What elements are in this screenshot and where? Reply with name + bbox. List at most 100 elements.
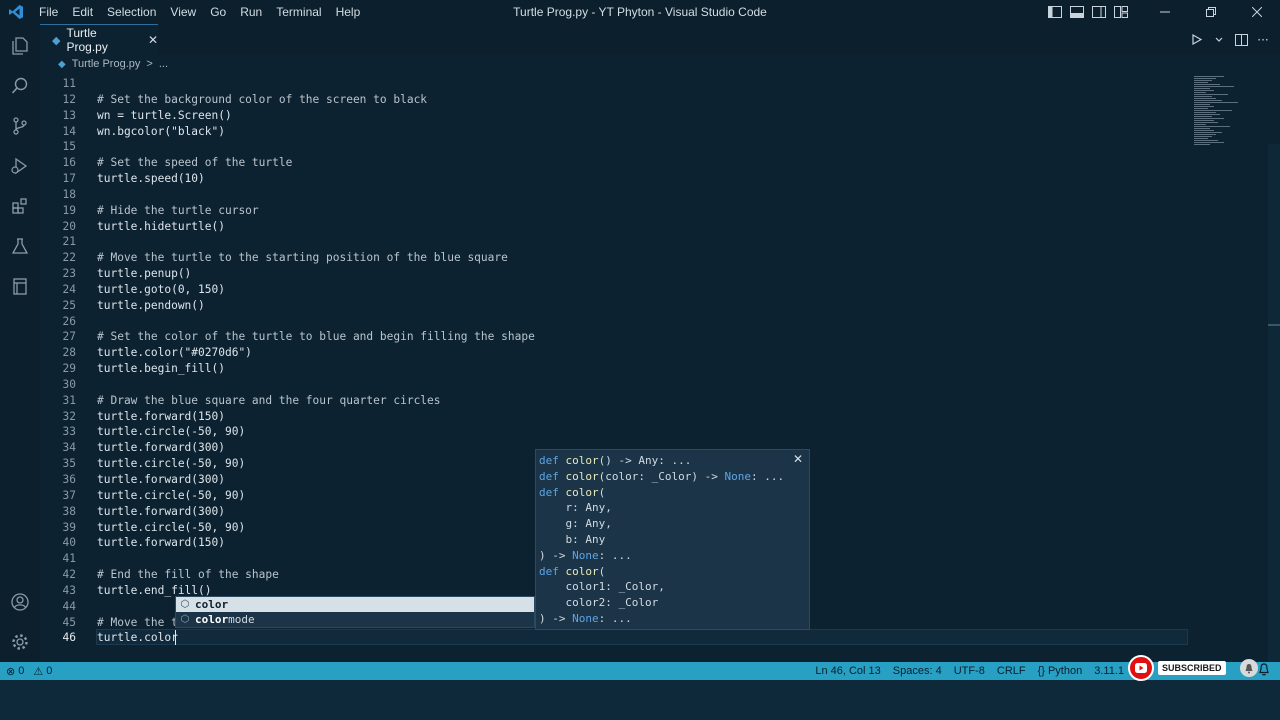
problems-indicator[interactable]: ⊗ 0 ⚠ 0 — [0, 665, 58, 678]
split-editor-icon[interactable] — [1232, 29, 1250, 51]
minimap-line — [1194, 84, 1220, 85]
notifications-icon[interactable] — [1258, 663, 1270, 679]
minimap-line — [1194, 82, 1208, 83]
menu-bar: File Edit Selection View Go Run Terminal… — [32, 0, 367, 24]
customize-layout-icon[interactable] — [1110, 0, 1132, 24]
code-text: # End the fill of the shape — [97, 568, 279, 582]
code-line[interactable]: 30 — [40, 377, 1190, 393]
code-line[interactable]: 28 turtle.color("#0270d6") — [40, 345, 1190, 361]
toggle-primary-sidebar-icon[interactable] — [1044, 0, 1066, 24]
menu-terminal[interactable]: Terminal — [269, 0, 328, 24]
notebook-icon[interactable] — [0, 266, 40, 306]
manage-gear-icon[interactable] — [0, 622, 40, 662]
signature-token: color — [565, 485, 599, 499]
close-window-button[interactable] — [1234, 0, 1280, 24]
end-of-line[interactable]: CRLF — [991, 665, 1032, 677]
line-number: 32 — [62, 409, 76, 423]
line-number: 27 — [62, 330, 76, 344]
line-number: 14 — [62, 124, 76, 138]
signature-line: ) -> None: ... — [539, 548, 809, 564]
extensions-icon[interactable] — [0, 186, 40, 226]
minimize-button[interactable] — [1142, 0, 1188, 24]
close-icon[interactable]: ✕ — [793, 452, 803, 468]
run-python-file-icon[interactable] — [1188, 29, 1206, 51]
line-number: 11 — [62, 77, 76, 90]
cursor-position[interactable]: Ln 46, Col 13 — [809, 665, 886, 677]
suggestion-item[interactable]: ⬡ color — [176, 597, 534, 612]
accounts-icon[interactable] — [0, 582, 40, 622]
code-line[interactable]: 13 wn = turtle.Screen() — [40, 108, 1190, 124]
signature-token: None — [724, 469, 751, 483]
code-line[interactable]: 12 # Set the background color of the scre… — [40, 92, 1190, 108]
code-line[interactable]: 11 — [40, 76, 1190, 92]
suggestion-item[interactable]: ⬡ color mode — [176, 612, 534, 627]
file-encoding[interactable]: UTF-8 — [948, 665, 991, 677]
code-line[interactable]: 23 turtle.penup() — [40, 266, 1190, 282]
signature-token: None — [572, 611, 599, 625]
breadcrumb-more[interactable]: ... — [159, 58, 168, 70]
code-line[interactable]: 15 — [40, 139, 1190, 155]
code-line[interactable]: 19 # Hide the turtle cursor — [40, 203, 1190, 219]
code-line[interactable]: 24 turtle.goto(0, 150) — [40, 282, 1190, 298]
indentation[interactable]: Spaces: 4 — [887, 665, 948, 677]
code-line[interactable]: 17 turtle.speed(10) — [40, 171, 1190, 187]
tab-turtle-prog[interactable]: ◆ Turtle Prog.py ✕ — [40, 24, 158, 55]
code-line[interactable]: 26 — [40, 314, 1190, 330]
bell-icon — [1239, 659, 1258, 677]
signature-token: color — [565, 564, 599, 578]
signature-token: ( — [598, 564, 606, 578]
minimap-line — [1194, 78, 1216, 79]
scroll-thumb[interactable] — [1268, 324, 1280, 326]
signature-lines: def color() -> Any: ... def color(color: … — [539, 453, 809, 627]
signature-token: () -> — [598, 454, 639, 467]
menu-run[interactable]: Run — [233, 0, 269, 24]
code-line[interactable]: 32 turtle.forward(150) — [40, 409, 1190, 425]
code-text: turtle.circle(-50, 90) — [97, 488, 246, 502]
toggle-panel-icon[interactable] — [1066, 0, 1088, 24]
code-text: turtle.circle(-50, 90) — [97, 425, 246, 439]
code-line[interactable]: 29 turtle.begin_fill() — [40, 361, 1190, 377]
more-actions-icon[interactable]: ··· — [1254, 29, 1272, 51]
code-line[interactable]: 31 # Draw the blue square and the four qu… — [40, 393, 1190, 409]
menu-selection[interactable]: Selection — [100, 0, 163, 24]
code-line[interactable]: 25 turtle.pendown() — [40, 298, 1190, 314]
menu-file[interactable]: File — [32, 0, 65, 24]
menu-edit[interactable]: Edit — [65, 0, 100, 24]
youtube-logo-icon — [1128, 655, 1154, 681]
code-line[interactable]: 18 — [40, 187, 1190, 203]
code-text: turtle.circle(-50, 90) — [97, 457, 246, 471]
source-control-icon[interactable] — [0, 106, 40, 146]
code-line[interactable]: 22 # Move the turtle to the starting posi… — [40, 250, 1190, 266]
code-line[interactable]: 46 turtle.color — [40, 630, 1190, 646]
run-and-debug-icon[interactable] — [0, 146, 40, 186]
code-line[interactable]: 21 — [40, 234, 1190, 250]
code-text: # Draw the blue square and the four quar… — [97, 393, 441, 407]
chevron-down-icon[interactable] — [1210, 29, 1228, 51]
tab-label: Turtle Prog.py — [66, 26, 108, 54]
restore-button[interactable] — [1188, 0, 1234, 24]
code-line[interactable]: 14 wn.bgcolor("black") — [40, 124, 1190, 140]
code-line[interactable]: 16 # Set the speed of the turtle — [40, 155, 1190, 171]
minimap-line — [1194, 96, 1212, 97]
minimap-line — [1194, 106, 1214, 107]
testing-icon[interactable] — [0, 226, 40, 266]
vertical-scrollbar[interactable] — [1268, 144, 1280, 662]
minimap[interactable] — [1190, 74, 1266, 154]
python-interpreter[interactable]: 3.11.1 — [1088, 665, 1130, 677]
line-number: 39 — [62, 520, 76, 534]
menu-help[interactable]: Help — [329, 0, 368, 24]
toggle-secondary-sidebar-icon[interactable] — [1088, 0, 1110, 24]
code-line[interactable]: 33 turtle.circle(-50, 90) — [40, 424, 1190, 440]
code-line[interactable]: 27 # Set the color of the turtle to blue … — [40, 329, 1190, 345]
code-line[interactable]: 20 turtle.hideturtle() — [40, 219, 1190, 235]
close-tab-icon[interactable]: ✕ — [148, 33, 158, 47]
breadcrumb-file[interactable]: Turtle Prog.py — [72, 58, 141, 70]
signature-line: def color(color: _Color) -> None: ... — [539, 469, 809, 485]
language-mode[interactable]: {} Python — [1032, 665, 1089, 677]
search-icon[interactable] — [0, 66, 40, 106]
explorer-icon[interactable] — [0, 26, 40, 66]
suggestion-rest: mode — [228, 613, 255, 626]
menu-view[interactable]: View — [163, 0, 203, 24]
menu-go[interactable]: Go — [203, 0, 233, 24]
error-count: 0 — [18, 665, 25, 677]
